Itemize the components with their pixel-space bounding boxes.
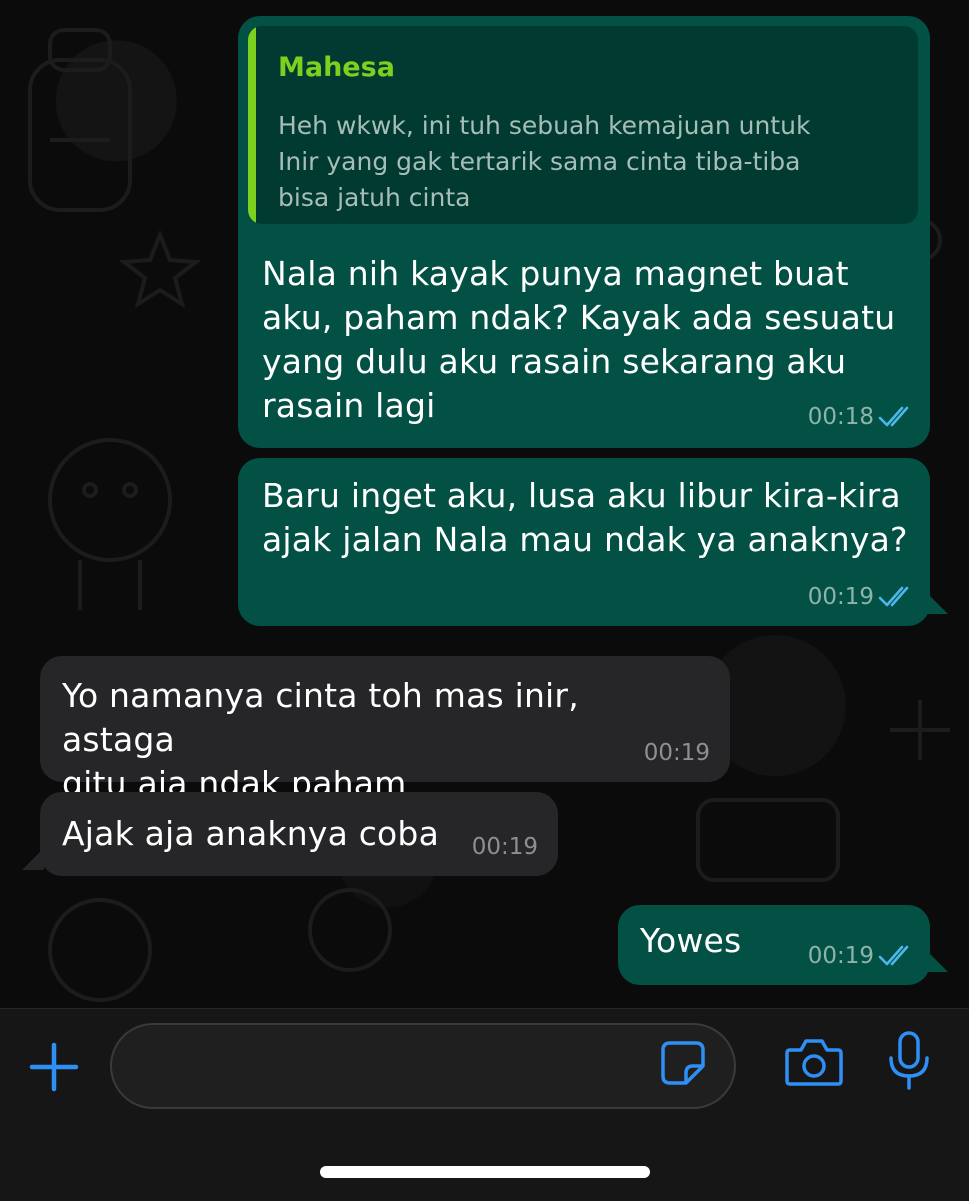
quote-accent-bar (248, 26, 256, 224)
home-indicator[interactable] (320, 1166, 650, 1178)
message-bubble-outgoing[interactable]: Baru inget aku, lusa aku libur kira-kira… (238, 458, 930, 626)
message-bubble-incoming[interactable]: Yo namanya cinta toh mas inir, astaga gi… (40, 656, 730, 803)
wallpaper-plus-doodle (890, 700, 950, 760)
message-time: 00:19 (471, 834, 538, 860)
message-time: 00:19 (807, 584, 874, 610)
message-text: Nala nih kayak punya magnet buat aku, pa… (262, 254, 896, 425)
message-text: Ajak aja anaknya coba (62, 814, 439, 853)
reply-quote[interactable]: Mahesa Heh wkwk, ini tuh sebuah kemajuan… (248, 26, 918, 224)
message-bubble-outgoing[interactable]: Mahesa Heh wkwk, ini tuh sebuah kemajuan… (238, 16, 930, 448)
message-meta: 00:19 (808, 943, 916, 969)
message-time: 00:19 (643, 740, 710, 766)
message-time: 00:19 (807, 943, 874, 969)
wallpaper-circle-doodle (308, 888, 392, 972)
message-meta: 00:19 (644, 740, 710, 766)
message-meta: 00:19 (472, 834, 538, 860)
message-text: Yo namanya cinta toh mas inir, astaga gi… (62, 676, 579, 803)
message-text: Yowes (640, 921, 742, 960)
message-input-field[interactable] (110, 1023, 736, 1109)
wallpaper-monkey-doodle (48, 898, 152, 1002)
wallpaper-star-doodle (120, 230, 200, 309)
bubble-tail (926, 950, 948, 972)
message-bubble-incoming[interactable]: Ajak aja anaknya coba 00:19 (40, 792, 558, 876)
camera-icon[interactable] (784, 1036, 844, 1088)
bubble-tail (22, 848, 44, 870)
wallpaper-dog-doodle (48, 438, 172, 610)
message-input[interactable] (138, 1043, 662, 1091)
plus-icon[interactable] (28, 1041, 80, 1093)
quote-text: Heh wkwk, ini tuh sebuah kemajuan untuk … (278, 111, 811, 212)
wallpaper-backpack-doodle (28, 28, 132, 212)
message-meta: 00:18 (808, 404, 916, 430)
double-check-icon (878, 406, 909, 427)
wallpaper-clock-doodle (696, 798, 840, 882)
quote-sender: Mahesa (278, 52, 395, 83)
sticker-icon[interactable] (660, 1040, 706, 1086)
message-bubble-outgoing[interactable]: Yowes 00:19 (618, 905, 930, 985)
message-text: Baru inget aku, lusa aku libur kira-kira… (262, 476, 908, 559)
message-time: 00:18 (807, 404, 874, 430)
microphone-icon[interactable] (886, 1030, 932, 1092)
double-check-icon (878, 586, 909, 607)
double-check-icon (878, 945, 909, 966)
bubble-tail (926, 592, 948, 614)
chat-area: Mahesa Heh wkwk, ini tuh sebuah kemajuan… (0, 0, 969, 1008)
message-meta: 00:19 (808, 584, 916, 610)
